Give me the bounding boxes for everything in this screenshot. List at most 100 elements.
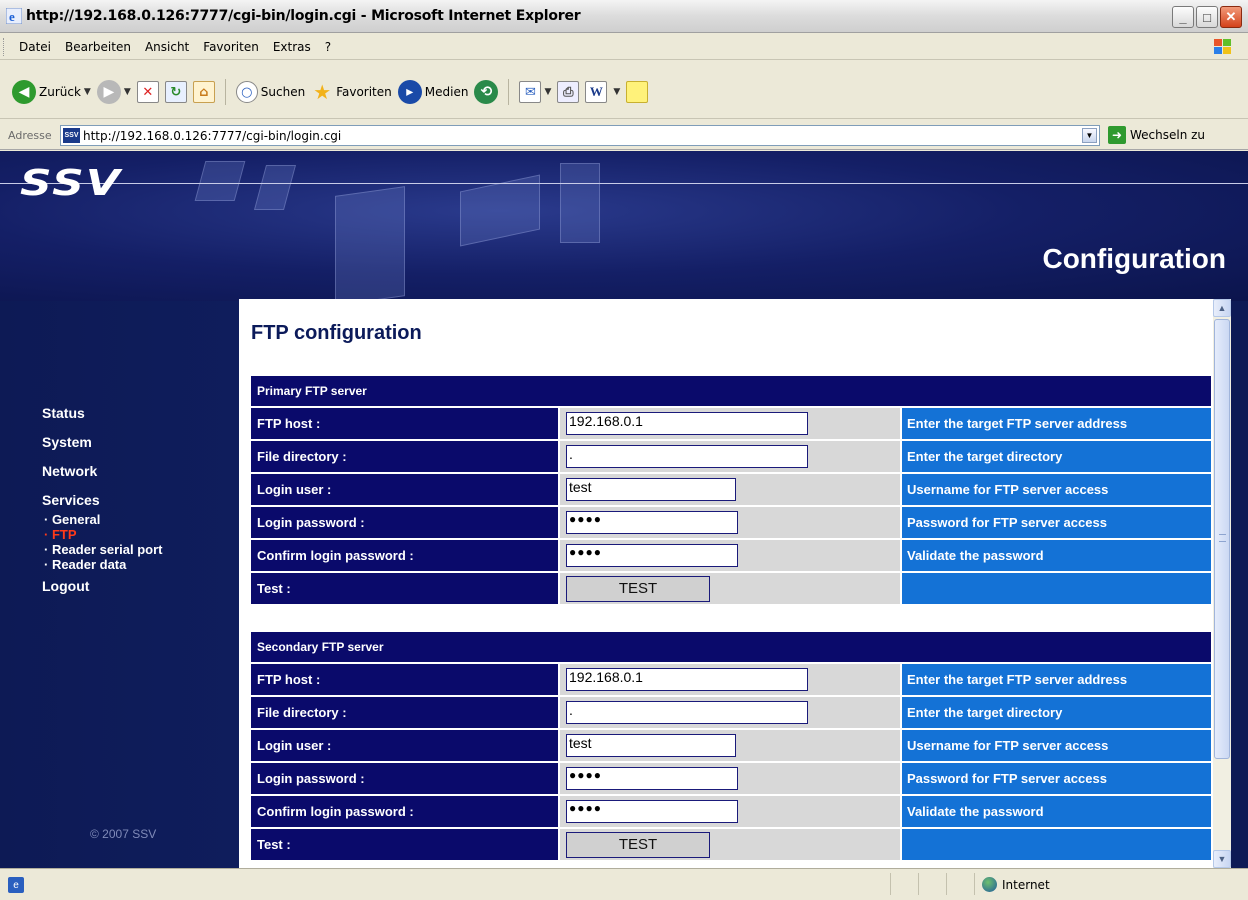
- nav-status[interactable]: Status: [42, 403, 163, 432]
- address-input[interactable]: SSV http://192.168.0.126:7777/cgi-bin/lo…: [60, 125, 1100, 146]
- zone-label: Internet: [1002, 877, 1050, 892]
- ftp-host-help: Enter the target FTP server address: [901, 407, 1211, 441]
- history-icon[interactable]: ⟲: [474, 80, 499, 104]
- forward-arrow-icon: ▶: [96, 80, 121, 104]
- nav-sub-general[interactable]: · General: [42, 512, 163, 527]
- back-dropdown-icon[interactable]: ▼: [84, 87, 91, 97]
- mail-button[interactable]: ✉ ▼: [519, 81, 551, 103]
- word-edit-icon[interactable]: W: [585, 81, 608, 103]
- primary-file-directory-input[interactable]: .: [566, 445, 808, 468]
- secondary-file-directory-input[interactable]: .: [566, 701, 808, 724]
- menu-extras[interactable]: Extras: [266, 40, 318, 54]
- primary-ftp-host-input[interactable]: 192.168.0.1: [566, 412, 808, 435]
- primary-login-user-input[interactable]: test: [566, 478, 736, 501]
- table-row: Test : TEST: [251, 828, 1211, 862]
- back-arrow-icon: ◀: [12, 80, 36, 104]
- login-password-label: Login password :: [251, 506, 560, 540]
- main-panel: FTP configuration Primary FTP server FTP…: [239, 299, 1231, 868]
- primary-login-password-input[interactable]: ●●●●: [566, 511, 738, 534]
- window-title: http://192.168.0.126:7777/cgi-bin/login.…: [26, 8, 581, 24]
- forward-button[interactable]: ▶ ▼: [96, 80, 131, 104]
- nav-sub-reader-serial-port[interactable]: · Reader serial port: [42, 542, 163, 557]
- tower-decoration: [560, 163, 600, 243]
- scroll-up-button[interactable]: ▲: [1213, 299, 1231, 317]
- search-label: Suchen: [260, 85, 306, 99]
- secondary-header: Secondary FTP server: [251, 632, 1211, 664]
- status-divider: [946, 873, 947, 895]
- forward-dropdown-icon[interactable]: ▼: [124, 87, 131, 97]
- nav-logout[interactable]: Logout: [42, 576, 163, 605]
- status-bar: e Internet: [0, 868, 1248, 900]
- menu-grip: [3, 38, 6, 56]
- go-button[interactable]: ➜ Wechseln zu: [1108, 126, 1205, 144]
- back-button[interactable]: ◀ Zurück ▼: [12, 80, 91, 104]
- file-directory-label: File directory :: [251, 440, 560, 474]
- print-icon[interactable]: ⎙: [557, 81, 580, 103]
- edit-dropdown-icon[interactable]: ▼: [613, 87, 620, 97]
- status-divider: [974, 873, 975, 895]
- menu-help[interactable]: ?: [318, 40, 338, 54]
- primary-header: Primary FTP server: [251, 376, 1211, 408]
- table-row: Test : TEST: [251, 572, 1211, 606]
- stop-icon[interactable]: ✕: [136, 81, 159, 103]
- scroll-thumb[interactable]: [1214, 319, 1230, 759]
- favorites-label: Favoriten: [336, 85, 392, 99]
- table-row: Login password : ●●●● Password for FTP s…: [251, 506, 1211, 540]
- go-label: Wechseln zu: [1130, 128, 1206, 142]
- search-button[interactable]: ○ Suchen: [235, 81, 306, 103]
- login-password-label: Login password :: [251, 762, 560, 796]
- scroll-down-button[interactable]: ▼: [1213, 850, 1231, 868]
- close-button[interactable]: ✕: [1220, 6, 1242, 28]
- status-divider: [918, 873, 919, 895]
- menu-bearbeiten[interactable]: Bearbeiten: [58, 40, 138, 54]
- back-label: Zurück: [39, 85, 81, 99]
- menu-favoriten[interactable]: Favoriten: [196, 40, 266, 54]
- toolbar-separator: [508, 79, 510, 105]
- nav-system[interactable]: System: [42, 432, 163, 461]
- ssv-logo: SSV: [20, 163, 122, 204]
- minimize-button[interactable]: _: [1172, 6, 1194, 28]
- menu-datei[interactable]: Datei: [12, 40, 58, 54]
- monitor-decoration: [460, 174, 540, 247]
- secondary-login-password-input[interactable]: ●●●●: [566, 767, 738, 790]
- secondary-confirm-password-input[interactable]: ●●●●: [566, 800, 738, 823]
- address-dropdown-icon[interactable]: ▼: [1082, 128, 1097, 143]
- nav-services[interactable]: Services: [42, 490, 163, 512]
- sidebar: Status System Network Services · General…: [0, 301, 240, 868]
- banner-rule: [0, 183, 1248, 184]
- secondary-test-button[interactable]: TEST: [566, 831, 710, 858]
- test-help-empty: [901, 828, 1211, 862]
- banner-heading: Configuration: [1042, 243, 1226, 274]
- maximize-button[interactable]: □: [1196, 6, 1218, 28]
- secondary-login-user-input[interactable]: test: [566, 734, 736, 757]
- favorites-button[interactable]: ★ Favoriten: [311, 80, 392, 104]
- home-icon[interactable]: ⌂: [192, 81, 215, 103]
- refresh-icon[interactable]: ↻: [164, 81, 187, 103]
- table-row: Confirm login password : ●●●● Validate t…: [251, 539, 1211, 573]
- menu-ansicht[interactable]: Ansicht: [138, 40, 196, 54]
- secondary-ftp-host-input[interactable]: 192.168.0.1: [566, 668, 808, 691]
- scroll-grip-icon: [1219, 534, 1226, 542]
- table-row: Confirm login password : ●●●● Validate t…: [251, 795, 1211, 829]
- nav-network[interactable]: Network: [42, 461, 163, 490]
- test-label: Test :: [251, 572, 560, 606]
- ie-window-icon: e: [6, 8, 22, 24]
- nav-sub-reader-data[interactable]: · Reader data: [42, 557, 163, 572]
- login-user-label: Login user :: [251, 473, 560, 507]
- media-button[interactable]: ▸ Medien: [397, 80, 468, 104]
- mail-dropdown-icon[interactable]: ▼: [544, 87, 551, 97]
- primary-confirm-password-input[interactable]: ●●●●: [566, 544, 738, 567]
- note-icon[interactable]: [626, 81, 649, 103]
- nav-sub-ftp[interactable]: · FTP: [42, 527, 163, 542]
- status-divider: [890, 873, 891, 895]
- primary-test-button[interactable]: TEST: [566, 575, 710, 602]
- table-row: File directory : . Enter the target dire…: [251, 440, 1211, 474]
- table-row: FTP host : 192.168.0.1 Enter the target …: [251, 663, 1211, 697]
- login-password-help: Password for FTP server access: [901, 762, 1211, 796]
- banner: SSV Configuration: [0, 151, 1248, 306]
- table-row: File directory : . Enter the target dire…: [251, 696, 1211, 730]
- vertical-scrollbar[interactable]: ▲ ▼: [1213, 299, 1231, 868]
- security-zone: Internet: [982, 877, 1050, 892]
- minimize-icon: _: [1179, 9, 1187, 25]
- test-label: Test :: [251, 828, 560, 862]
